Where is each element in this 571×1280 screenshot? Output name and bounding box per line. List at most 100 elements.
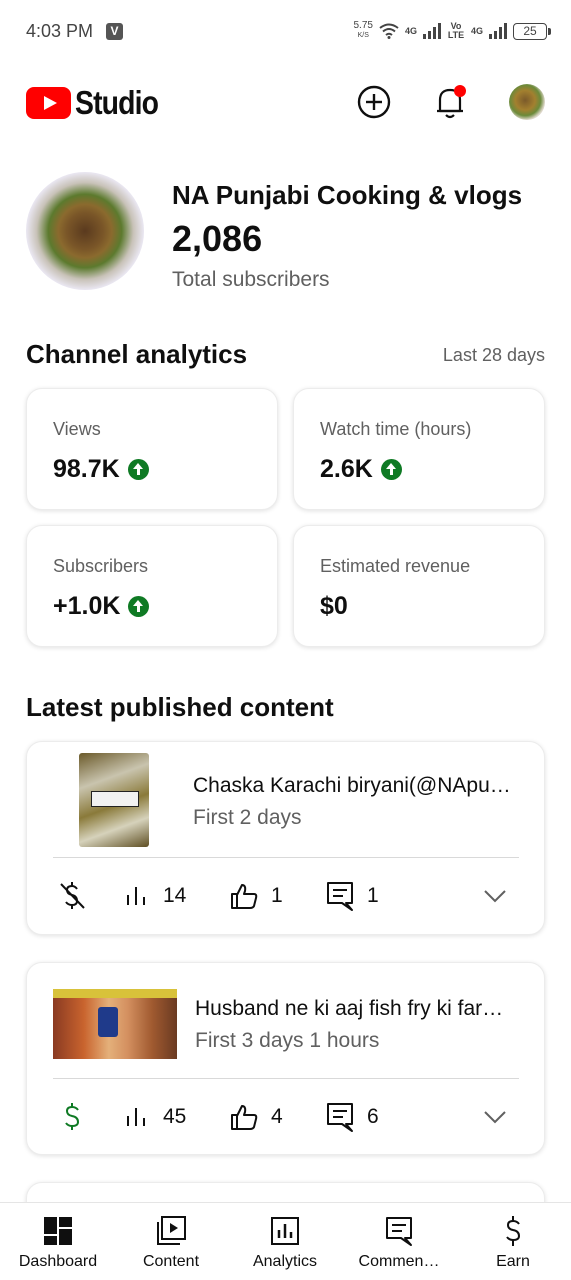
video-title: Husband ne ki aaj fish fry ki far…: [195, 997, 504, 1020]
status-time: 4:03 PM: [26, 21, 94, 41]
comments-stat: 1: [325, 876, 379, 916]
bottom-navigation: Dashboard Content Analytics Commen… Earn: [0, 1202, 571, 1280]
monetization-status: [57, 876, 87, 916]
views-icon: [127, 887, 145, 905]
card-value: 98.7K: [53, 455, 120, 483]
like-icon: [231, 884, 258, 909]
video-period: First 3 days 1 hours: [195, 1029, 380, 1052]
card-label: Subscribers: [53, 556, 149, 576]
revenue-card[interactable]: Estimated revenue $0: [293, 525, 545, 647]
monetized-icon: [65, 1103, 80, 1130]
create-button[interactable]: [356, 84, 392, 120]
dashboard-icon: [44, 1217, 72, 1245]
notifications-icon: [437, 85, 466, 119]
card-value: 2.6K: [320, 455, 373, 483]
likes-stat: 4: [229, 1097, 283, 1137]
battery-icon: 25: [513, 22, 551, 40]
subscribers-card[interactable]: Subscribers +1.0K: [26, 525, 278, 647]
expand-chevron-icon[interactable]: [481, 882, 509, 910]
channel-summary: NA Punjabi Cooking & vlogs 2,086 Total s…: [26, 172, 546, 296]
nav-label: Commen…: [358, 1253, 440, 1270]
network-type-1: 4G: [404, 25, 417, 36]
nav-label: Earn: [496, 1253, 530, 1270]
volte-indicator: Vo LTE: [447, 21, 465, 40]
not-monetized-icon: [60, 882, 85, 909]
wifi-icon: [379, 23, 399, 39]
channel-analytics-title: Channel analytics: [26, 339, 248, 369]
video-card[interactable]: Husband ne ki aaj fish fry ki far… First…: [26, 962, 545, 1155]
youtube-studio-logo: Studio: [26, 84, 172, 122]
nav-earn[interactable]: Earn: [456, 1203, 570, 1280]
nav-analytics[interactable]: Analytics: [228, 1203, 342, 1280]
account-avatar[interactable]: [509, 84, 545, 120]
views-count: 45: [163, 1105, 187, 1128]
video-card[interactable]: Chaska Karachi biryani(@NApu… First 2 da…: [26, 741, 545, 935]
like-icon: [231, 1105, 258, 1130]
video-period: First 2 days: [193, 806, 302, 829]
views-stat: 45: [125, 1097, 186, 1137]
nav-label: Content: [142, 1253, 200, 1270]
thumbnail-caption-strip: [53, 989, 177, 998]
divider: [53, 1078, 519, 1079]
channel-avatar[interactable]: [26, 172, 144, 290]
likes-count: 1: [271, 884, 283, 907]
network-type-2: 4G: [470, 25, 483, 36]
comments-icon: [386, 1217, 412, 1246]
comments-count: 1: [367, 884, 379, 907]
logo-text: Studio: [75, 84, 159, 121]
signal-icon-1: [422, 23, 441, 39]
comments-count: 6: [367, 1105, 379, 1128]
nav-label: Dashboard: [18, 1253, 98, 1270]
watch-time-card[interactable]: Watch time (hours) 2.6K: [293, 388, 545, 510]
video-stats: 14 1 1: [53, 876, 519, 916]
trend-up-icon: [380, 459, 402, 480]
card-value: $0: [320, 592, 348, 620]
analytics-icon: [271, 1217, 299, 1245]
create-icon: [357, 85, 391, 119]
views-icon: [127, 1108, 145, 1126]
likes-stat: 1: [229, 876, 283, 916]
video-thumbnail[interactable]: [79, 753, 149, 847]
trend-up-icon: [128, 596, 150, 617]
card-value: +1.0K: [53, 592, 121, 620]
thumbnail-bottle: [98, 1007, 118, 1037]
views-card[interactable]: Views 98.7K: [26, 388, 278, 510]
latest-content-title: Latest published content: [26, 692, 334, 722]
divider: [53, 857, 519, 858]
youtube-logo-icon: [26, 87, 71, 119]
network-speed: 5.75 K/S: [353, 20, 373, 40]
subscriber-count: 2,086: [172, 218, 263, 259]
card-label: Estimated revenue: [320, 556, 471, 576]
nav-comments[interactable]: Commen…: [342, 1203, 456, 1280]
nav-label: Analytics: [252, 1253, 318, 1270]
status-indicators: 5.75 K/S 4G Vo LTE 4G 25: [353, 18, 551, 44]
signal-icon-2: [489, 23, 507, 39]
app-notification-icon: V: [106, 23, 123, 40]
likes-count: 4: [271, 1105, 283, 1128]
app-header: Studio: [0, 70, 571, 134]
video-stats: 45 4 6: [53, 1097, 519, 1137]
views-count: 14: [163, 884, 187, 907]
notification-dot: [454, 85, 466, 97]
notifications-button[interactable]: [432, 84, 468, 120]
card-label: Views: [53, 419, 101, 439]
trend-up-icon: [127, 459, 149, 480]
video-thumbnail[interactable]: [53, 989, 177, 1059]
nav-content[interactable]: Content: [114, 1203, 228, 1280]
earn-icon: [506, 1216, 521, 1246]
nav-dashboard[interactable]: Dashboard: [1, 1203, 115, 1280]
thumbnail-caption-box: [91, 791, 139, 807]
views-stat: 14: [125, 876, 186, 916]
expand-chevron-icon[interactable]: [481, 1103, 509, 1131]
content-icon: [157, 1216, 186, 1245]
comments-icon: [327, 882, 353, 911]
analytics-period: Last 28 days: [442, 345, 545, 365]
card-label: Watch time (hours): [320, 419, 472, 439]
comments-icon: [327, 1103, 353, 1132]
monetization-status: [59, 1097, 85, 1137]
subscriber-label: Total subscribers: [172, 268, 330, 291]
channel-name: NA Punjabi Cooking & vlogs: [172, 180, 523, 210]
status-bar: 4:03 PM V 5.75 K/S 4G Vo LTE 4G 25: [0, 0, 571, 62]
comments-stat: 6: [325, 1097, 379, 1137]
video-title: Chaska Karachi biryani(@NApu…: [193, 774, 511, 797]
